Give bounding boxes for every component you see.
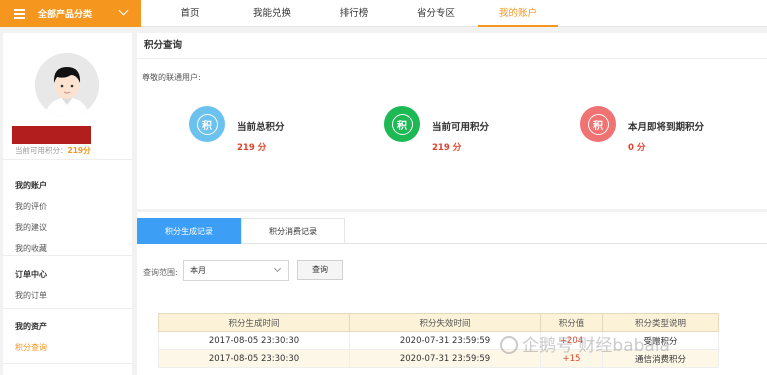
points-icon: 积 [189,106,225,142]
range-select[interactable]: 本月 [183,260,289,281]
sidebar-item-orders[interactable]: 我的订单 [15,290,47,301]
range-label: 查询范围: [143,268,178,277]
stat-label: 当前总积分 [237,122,285,133]
sidebar-group-title: 我的账户 [15,181,47,190]
sidebar-group-account: 我的账户 我的评价 我的建议 我的收藏 [15,180,47,264]
points-records-panel: 积分生成记录 积分消费记录 查询范围: 本月 查询 积分生成时间 积分失效时间 … [137,212,767,375]
stat-value: 219 分 [237,143,267,153]
column-header: 积分类型说明 [602,313,719,332]
sidebar-group-title: 订单中心 [15,270,47,279]
top-bar: 全部产品分类 首页 我能兑换 排行榜 省分专区 我的账户 [0,0,767,27]
points-query-panel: 积分查询 尊敬的联通用户: 积 当前总积分 219 分 积 当前可用积分 219… [137,33,767,209]
main-nav: 首页 我能兑换 排行榜 省分专区 我的账户 [150,0,560,27]
chevron-down-icon [273,264,282,273]
avatar[interactable] [35,53,99,117]
panel-title: 积分查询 [137,33,767,59]
category-menu-button[interactable]: 全部产品分类 [0,0,141,27]
stat-expiring-points: 积 本月即将到期积分 0 分 [580,106,704,153]
divider [3,363,132,364]
sidebar-group-assets: 我的资产 积分查询 [15,321,47,363]
chevron-down-icon [118,5,129,16]
divider [3,308,132,309]
user-avatar-icon [35,53,99,117]
range-select-value: 本月 [190,266,206,275]
stat-available-points: 积 当前可用积分 219 分 [384,106,489,153]
cell-created: 2017-08-05 23:30:30 [158,331,350,350]
redacted-username [12,126,91,144]
nav-tab-ranking[interactable]: 排行榜 [314,0,394,27]
stat-label: 当前可用积分 [432,122,490,133]
sidebar-item-points-query[interactable]: 积分查询 [15,342,47,353]
column-header: 积分值 [540,313,603,332]
records-tabs: 积分生成记录 积分消费记录 [137,218,767,244]
category-menu-label: 全部产品分类 [38,10,93,20]
column-header: 积分失效时间 [349,313,541,332]
divider [3,255,132,256]
points-icon: 积 [580,106,616,142]
nav-tab-my-account[interactable]: 我的账户 [478,0,558,27]
cell-created: 2017-08-05 23:30:30 [158,349,350,368]
nav-tab-home[interactable]: 首页 [150,0,230,27]
stat-value: 219 分 [432,143,462,153]
nav-tab-redeem[interactable]: 我能兑换 [232,0,312,27]
sidebar-group-title: 我的资产 [15,322,47,331]
greeting: 尊敬的联通用户: [142,73,201,82]
watermark-logo-icon [500,336,518,354]
sidebar-group-orders: 订单中心 我的订单 [15,269,47,311]
sidebar-item-reviews[interactable]: 我的评价 [15,201,47,212]
column-header: 积分生成时间 [158,313,350,332]
available-points: 当前可用积分：219分 [15,145,91,156]
watermark-text: 企鹅号 财经babala [522,336,670,356]
query-button[interactable]: 查询 [297,260,343,280]
points-icon: 积 [384,106,420,142]
available-points-value: 219分 [67,146,91,155]
tab-points-spent[interactable]: 积分消费记录 [241,218,345,244]
watermark: 企鹅号 财经babala [500,331,670,356]
nav-tab-province[interactable]: 省分专区 [396,0,476,27]
stat-total-points: 积 当前总积分 219 分 [189,106,285,153]
tab-points-earned[interactable]: 积分生成记录 [137,218,241,244]
sidebar-item-suggestions[interactable]: 我的建议 [15,222,47,233]
available-points-label: 当前可用积分： [15,146,68,155]
stat-value: 0 分 [628,143,646,153]
sidebar-item-favorites[interactable]: 我的收藏 [15,243,47,254]
stat-label: 本月即将到期积分 [628,122,705,133]
divider [3,159,132,160]
menu-icon [14,8,25,19]
sidebar: 当前可用积分：219分 我的账户 我的评价 我的建议 我的收藏 订单中心 我的订… [3,33,132,375]
